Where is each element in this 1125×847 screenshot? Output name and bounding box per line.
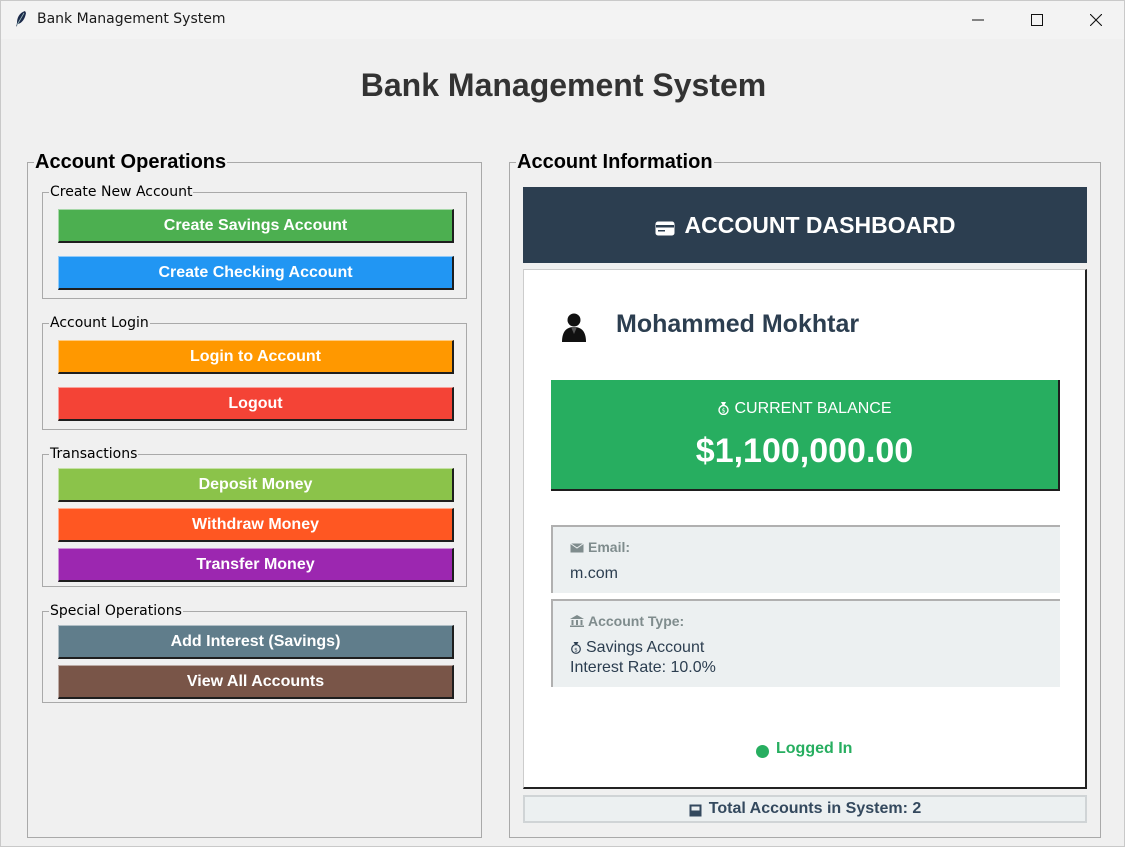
login-button[interactable]: Login to Account xyxy=(58,340,454,374)
minimize-icon xyxy=(972,19,984,21)
special-operations-label: Special Operations xyxy=(49,603,183,619)
transactions-label: Transactions xyxy=(49,446,139,462)
account-login-group: Account Login Login to Account Logout xyxy=(42,315,467,430)
svg-text:$: $ xyxy=(722,408,726,415)
email-label: Email: xyxy=(588,539,631,555)
deposit-money-button[interactable]: Deposit Money xyxy=(58,468,454,502)
special-operations-group: Special Operations Add Interest (Savings… xyxy=(42,603,467,703)
dashboard-title: ACCOUNT DASHBOARD xyxy=(684,211,956,238)
transactions-group: Transactions Deposit Money Withdraw Mone… xyxy=(42,446,467,587)
account-type-label-row: Account Type: xyxy=(570,613,684,629)
close-icon xyxy=(1090,14,1102,26)
feather-icon xyxy=(16,11,26,27)
status-dot-icon xyxy=(756,744,769,758)
email-info-box: Email: m.com xyxy=(551,525,1060,593)
view-all-accounts-button[interactable]: View All Accounts xyxy=(58,665,454,699)
money-bag-icon: $ xyxy=(718,402,730,416)
withdraw-money-button[interactable]: Withdraw Money xyxy=(58,508,454,542)
balance-label: CURRENT BALANCE xyxy=(734,400,892,417)
total-accounts-bar: Total Accounts in System: 2 xyxy=(523,795,1087,823)
interest-rate: Interest Rate: 10.0% xyxy=(570,659,716,676)
balance-label-row: $ CURRENT BALANCE xyxy=(551,400,1058,418)
transfer-money-button[interactable]: Transfer Money xyxy=(58,548,454,582)
page-title: Bank Management System xyxy=(360,67,767,103)
window-title: Bank Management System xyxy=(37,11,226,27)
app-window: Bank Management System Bank Management S… xyxy=(0,0,1125,847)
balance-card: $ CURRENT BALANCE $1,100,000.00 xyxy=(551,380,1060,491)
logout-button[interactable]: Logout xyxy=(58,387,454,421)
maximize-icon xyxy=(1031,14,1043,26)
create-savings-account-button[interactable]: Create Savings Account xyxy=(58,209,454,243)
bank-icon xyxy=(570,615,584,627)
login-status: Logged In xyxy=(756,740,852,758)
account-information-label: Account Information xyxy=(516,151,714,174)
svg-text:$: $ xyxy=(574,647,578,653)
account-login-label: Account Login xyxy=(49,315,150,331)
dashboard-header: ACCOUNT DASHBOARD xyxy=(523,187,1087,263)
user-avatar-icon xyxy=(562,313,586,342)
dashboard-body: Mohammed Mokhtar $ CURRENT BALANCE $1,10… xyxy=(523,269,1087,789)
close-button[interactable] xyxy=(1067,1,1125,39)
balance-value: $1,100,000.00 xyxy=(695,432,914,470)
account-type-value: Savings Account xyxy=(586,639,705,656)
create-checking-account-button[interactable]: Create Checking Account xyxy=(58,256,454,290)
create-account-group: Create New Account Create Savings Accoun… xyxy=(42,184,467,299)
title-bar: Bank Management System xyxy=(1,1,1124,39)
add-interest-button[interactable]: Add Interest (Savings) xyxy=(58,625,454,659)
user-name: Mohammed Mokhtar xyxy=(616,310,860,338)
email-label-row: Email: xyxy=(570,539,630,555)
maximize-button[interactable] xyxy=(1008,1,1066,39)
account-operations-label: Account Operations xyxy=(34,151,228,174)
total-accounts-text: Total Accounts in System: 2 xyxy=(708,800,922,817)
account-type-info-box: Account Type: $ Savings Account Interest… xyxy=(551,599,1060,687)
email-value: m.com xyxy=(570,565,618,582)
minimize-button[interactable] xyxy=(949,1,1007,39)
account-type-value-row: $ Savings Account xyxy=(570,639,704,657)
envelope-icon xyxy=(570,543,584,553)
credit-card-icon xyxy=(655,221,675,235)
account-type-label: Account Type: xyxy=(588,613,685,629)
status-text: Logged In xyxy=(776,740,853,757)
inbox-icon xyxy=(689,804,702,817)
create-account-label: Create New Account xyxy=(49,184,194,200)
account-operations-frame: Account Operations Create New Account Cr… xyxy=(27,151,482,838)
money-bag-icon: $ xyxy=(571,642,581,654)
